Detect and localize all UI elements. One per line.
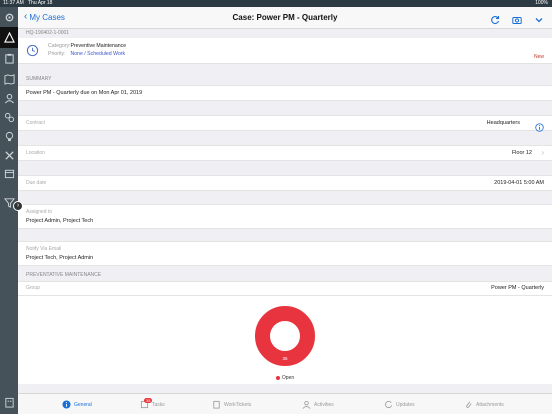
tab-updates-label: Updates — [396, 402, 415, 408]
tab-attachments[interactable]: Attachments — [464, 397, 504, 413]
tab-general-label: General — [74, 402, 92, 408]
nav-header: ‹ My Cases Case: Power PM - Quarterly — [18, 7, 552, 29]
contract-row[interactable]: Contract Headquarters — [18, 115, 552, 132]
refresh-icon[interactable] — [490, 12, 500, 30]
people-icon — [302, 400, 311, 411]
tab-tasks[interactable]: 35 Tasks — [140, 397, 165, 413]
assigned-row[interactable]: Assigned to Project Admin, Project Tech — [18, 204, 552, 229]
tab-worktickets-label: WorkTickets — [224, 402, 252, 408]
tab-worktickets[interactable]: WorkTickets — [212, 397, 251, 413]
notify-row[interactable]: Notify Via Email Project Tech, Project A… — [18, 241, 552, 266]
calendar-icon[interactable] — [3, 167, 15, 179]
cases-icon[interactable] — [3, 31, 15, 43]
tab-tasks-label: Tasks — [152, 402, 165, 408]
case-detail: HQ-190402-1-0001 Category: Preventive Ma… — [18, 29, 552, 393]
category-label: Category: — [48, 43, 71, 49]
pm-section-label: Preventative Maintenance — [26, 272, 102, 278]
info-icon[interactable] — [535, 119, 544, 137]
priority-value: None / Scheduled Work — [70, 51, 126, 57]
sidebar-toggle-button[interactable]: › — [13, 201, 23, 211]
tasks-icon: 35 — [140, 397, 153, 411]
assigned-value: Project Admin, Project Tech — [26, 218, 94, 224]
notify-value: Project Tech, Project Admin — [26, 255, 94, 261]
clipboard-tab-icon — [212, 400, 221, 411]
chart-legend: Open — [18, 375, 552, 381]
summary-section-label: Summary — [26, 76, 52, 82]
lightbulb-icon[interactable] — [3, 130, 15, 142]
due-date-label: Due date — [26, 180, 47, 186]
location-value: Floor 12 — [511, 150, 532, 156]
priority-label: Priority: — [48, 51, 66, 57]
updates-icon — [384, 400, 393, 411]
status-date: Thu Apr 18 — [28, 0, 53, 6]
summary-text: Power PM - Quarterly due on Mon Apr 01, … — [26, 90, 143, 96]
camera-icon[interactable] — [512, 12, 522, 30]
clipboard-icon[interactable] — [3, 52, 15, 64]
page-title: Case: Power PM - Quarterly — [232, 13, 338, 22]
chevron-right-icon: › — [541, 148, 544, 157]
summary-row: Power PM - Quarterly due on Mon Apr 01, … — [18, 85, 552, 101]
pm-group-value: Power PM - Quarterly — [491, 285, 544, 291]
contract-value: Headquarters — [486, 120, 520, 126]
case-id: HQ-190402-1-0001 — [26, 30, 70, 36]
tab-bar: General 35 Tasks WorkTickets Activities … — [18, 393, 552, 414]
map-icon[interactable] — [3, 73, 15, 85]
building-icon[interactable] — [3, 396, 15, 408]
pm-chart: 35 Open — [18, 296, 552, 384]
tab-activities[interactable]: Activities — [302, 397, 334, 413]
chevron-down-icon[interactable] — [534, 12, 544, 30]
donut-chart: 35 — [255, 306, 315, 366]
status-badge: New — [533, 54, 544, 60]
gears-icon[interactable] — [3, 111, 15, 123]
tab-activities-label: Activities — [314, 402, 334, 408]
tab-updates[interactable]: Updates — [384, 397, 415, 413]
tools-icon[interactable] — [3, 149, 15, 161]
status-bar: 11:37 AM Thu Apr 18 100% — [0, 0, 552, 7]
notify-label: Notify Via Email — [26, 246, 62, 252]
info-circle-icon — [62, 399, 71, 411]
legend-swatch-open — [275, 375, 280, 380]
gear-icon[interactable] — [3, 11, 15, 23]
location-row[interactable]: Location Floor 12 › — [18, 145, 552, 161]
tab-attachments-label: Attachments — [476, 402, 504, 408]
legend-label-open: Open — [281, 375, 295, 381]
assigned-label: Assigned to — [26, 209, 53, 215]
contract-label: Contract — [26, 120, 45, 126]
user-icon[interactable] — [3, 92, 15, 104]
case-category-row: Category: Preventive Maintenance Priorit… — [18, 38, 552, 64]
status-time: 11:37 AM — [3, 0, 24, 6]
tasks-badge: 35 — [144, 397, 153, 403]
category-value: Preventive Maintenance — [70, 43, 127, 49]
location-label: Location — [26, 150, 45, 156]
pm-group-row[interactable]: Group Power PM - Quarterly — [18, 281, 552, 296]
tab-general[interactable]: General — [62, 397, 92, 413]
donut-slice-open — [255, 306, 315, 366]
clock-calendar-icon — [26, 44, 39, 57]
paperclip-icon — [464, 400, 473, 411]
status-battery: 100% — [535, 0, 548, 6]
donut-data-label: 35 — [282, 356, 288, 361]
due-date-value: 2019-04-01 5:00 AM — [494, 180, 544, 186]
pm-group-label: Group — [26, 285, 40, 291]
due-date-row[interactable]: Due date 2019-04-01 5:00 AM — [18, 175, 552, 191]
